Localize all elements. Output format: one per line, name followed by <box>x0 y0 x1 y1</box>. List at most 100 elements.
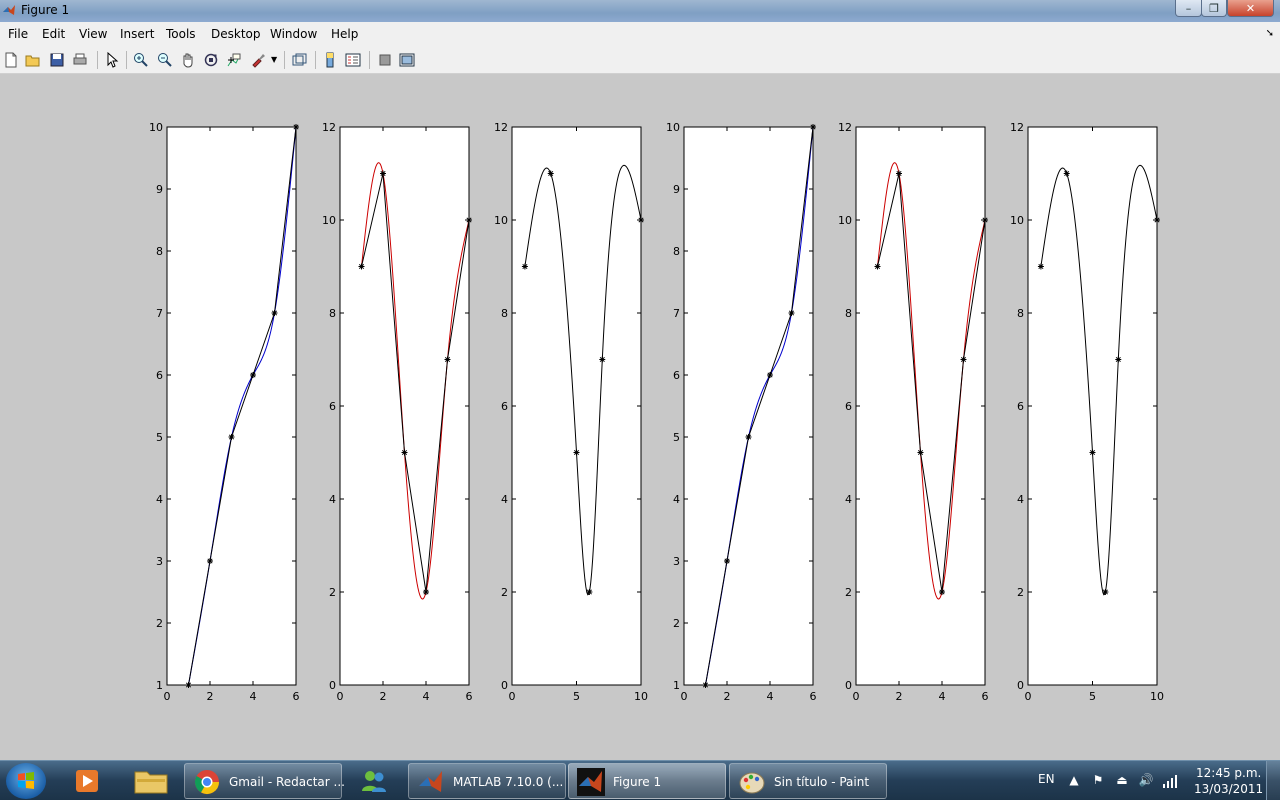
language-indicator[interactable]: EN <box>1038 772 1055 786</box>
legend-icon[interactable] <box>345 52 361 68</box>
task-matlab[interactable]: MATLAB 7.10.0 (... <box>408 763 566 799</box>
media-player-icon[interactable] <box>63 764 111 798</box>
dock-arrow-icon[interactable]: ➘ <box>1266 28 1274 39</box>
show-desktop-button[interactable] <box>1266 761 1280 800</box>
x-tick-label: 6 <box>466 690 473 703</box>
brush-dropdown-icon[interactable]: ▼ <box>271 55 277 64</box>
subplots: 123456789100 2 4 60246810120 2 4 60246810120 5 1… <box>149 121 1164 703</box>
data-cursor-icon[interactable] <box>226 52 242 68</box>
toolbar-separator <box>369 51 370 69</box>
y-tick-label: 7 <box>673 307 680 320</box>
arrow-select-icon[interactable] <box>104 52 120 68</box>
print-icon[interactable] <box>72 52 88 68</box>
link-plot-icon[interactable] <box>291 52 307 68</box>
x-tick-label: 2 <box>896 690 903 703</box>
data-point-marker <box>521 263 528 270</box>
data-point-marker <box>380 170 386 177</box>
x-tick-label: 0 <box>337 690 344 703</box>
data-point-marker <box>939 589 945 595</box>
menu-tools[interactable]: Tools <box>166 27 196 41</box>
y-tick-label: 8 <box>156 245 163 258</box>
hide-plot-tools-icon[interactable] <box>377 52 393 68</box>
open-icon[interactable] <box>25 52 41 68</box>
colorbar-icon[interactable] <box>322 52 338 68</box>
y-tick-label: 8 <box>1017 307 1024 320</box>
show-hidden-icons-icon[interactable]: ▲ <box>1066 773 1082 789</box>
zoom-in-icon[interactable] <box>133 52 149 68</box>
action-center-flag-icon[interactable]: ⚑ <box>1090 773 1106 789</box>
data-point-marker <box>586 589 593 595</box>
menu-view[interactable]: View <box>79 27 107 41</box>
explorer-folder-icon[interactable] <box>127 764 175 798</box>
y-tick-label: 5 <box>673 431 680 444</box>
rotate-3d-icon[interactable] <box>203 52 219 68</box>
title-bar[interactable]: Figure 1 – ❐ ✕ <box>0 0 1280 22</box>
y-tick-label: 2 <box>156 617 163 630</box>
plot-area <box>167 127 296 685</box>
figure-canvas[interactable]: 1 2 3 4 5 6 7 8 9 10 0 2 4 6 0 2 4 6 8 10 12 0 2 4 6 0 2 4 6 8 10 12 0 5 1… <box>0 75 1280 760</box>
menu-insert[interactable]: Insert <box>120 27 154 41</box>
data-point-marker <box>444 356 451 363</box>
y-tick-label: 2 <box>845 586 852 599</box>
maximize-button[interactable]: ❐ <box>1201 0 1227 17</box>
save-icon[interactable] <box>49 52 65 68</box>
data-point-marker <box>1089 449 1096 456</box>
data-point-marker <box>401 449 408 456</box>
network-signal-icon[interactable] <box>1162 773 1178 789</box>
data-point-marker <box>1063 170 1070 177</box>
task-gmail[interactable]: Gmail - Redactar ... <box>184 763 345 799</box>
windows-logo-icon <box>18 772 34 789</box>
data-point-marker <box>896 170 902 177</box>
y-tick-label: 4 <box>329 493 336 506</box>
minimize-button[interactable]: – <box>1175 0 1202 17</box>
task-label: Sin título - Paint <box>774 775 870 789</box>
x-tick-label: 2 <box>724 690 731 703</box>
paint-icon <box>739 772 765 794</box>
x-tick-label: 0 <box>681 690 688 703</box>
close-button[interactable]: ✕ <box>1227 0 1274 17</box>
menu-desktop[interactable]: Desktop <box>211 27 261 41</box>
show-plot-tools-icon[interactable] <box>399 52 415 68</box>
x-tick-label: 6 <box>810 690 817 703</box>
menu-edit[interactable]: Edit <box>42 27 65 41</box>
menu-file[interactable]: File <box>8 27 28 41</box>
y-tick-label: 12 <box>322 121 336 134</box>
clock-time[interactable]: 12:45 p.m. <box>1196 766 1261 780</box>
y-tick-label: 4 <box>156 493 163 506</box>
start-button[interactable] <box>6 763 46 799</box>
safely-remove-hardware-icon[interactable]: ⏏ <box>1114 773 1130 789</box>
x-tick-label: 0 <box>509 690 516 703</box>
y-tick-label: 2 <box>329 586 336 599</box>
menu-window[interactable]: Window <box>270 27 317 41</box>
new-figure-icon[interactable] <box>3 52 19 68</box>
y-tick-label: 8 <box>329 307 336 320</box>
data-point-marker <box>271 310 278 316</box>
clock-date[interactable]: 13/03/2011 <box>1194 782 1263 796</box>
x-tick-label: 4 <box>423 690 430 703</box>
y-tick-label: 4 <box>673 493 680 506</box>
messenger-people-icon[interactable] <box>350 764 398 798</box>
brush-icon[interactable] <box>250 52 266 68</box>
pan-hand-icon[interactable] <box>180 52 196 68</box>
y-tick-label: 6 <box>673 369 680 382</box>
data-point-marker <box>745 434 752 440</box>
x-tick-label: 6 <box>982 690 989 703</box>
data-point-marker <box>767 372 773 378</box>
y-tick-label: 6 <box>845 400 852 413</box>
toolbar-separator <box>126 51 127 69</box>
y-tick-label: 8 <box>501 307 508 320</box>
data-point-marker <box>788 310 795 316</box>
matlab-icon <box>577 768 605 796</box>
y-tick-label: 3 <box>673 555 680 568</box>
task-figure-1[interactable]: Figure 1 <box>568 763 726 799</box>
y-tick-label: 2 <box>1017 586 1024 599</box>
task-paint[interactable]: Sin título - Paint <box>729 763 887 799</box>
volume-icon[interactable]: 🔊 <box>1138 773 1154 789</box>
zoom-out-icon[interactable] <box>157 52 173 68</box>
matlab-icon <box>419 771 442 792</box>
x-tick-label: 0 <box>1025 690 1032 703</box>
y-tick-label: 12 <box>1010 121 1024 134</box>
y-tick-label: 6 <box>1017 400 1024 413</box>
menu-help[interactable]: Help <box>331 27 358 41</box>
plot-area <box>512 127 641 685</box>
